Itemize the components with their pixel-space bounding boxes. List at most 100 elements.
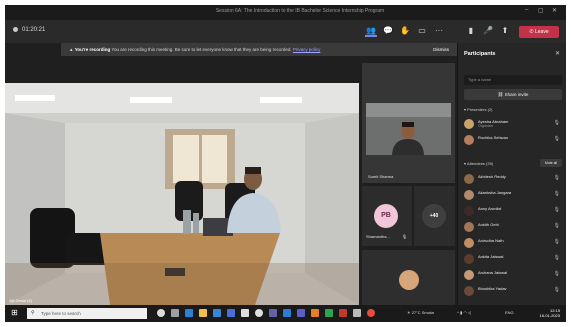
presenters-heading-label: Presenters (2) bbox=[467, 107, 493, 112]
presenter-video-tile[interactable]: Sumit Sharma bbox=[362, 63, 455, 183]
app-icon[interactable] bbox=[353, 309, 361, 317]
banner-message: You are recording this meeting. Be sure … bbox=[111, 47, 292, 52]
mail-icon[interactable] bbox=[227, 309, 235, 317]
app-icon[interactable] bbox=[325, 309, 333, 317]
avatar bbox=[464, 270, 474, 280]
list-item[interactable]: Ankita Jaiswal 🎙 bbox=[464, 252, 562, 266]
close-panel-icon[interactable]: ✕ bbox=[555, 50, 560, 57]
office-video-frame bbox=[5, 83, 359, 305]
taskbar-search-input[interactable]: ⚲ Type here to search bbox=[27, 308, 147, 319]
word-icon[interactable] bbox=[283, 309, 291, 317]
camera-icon[interactable]: ▮ bbox=[465, 25, 477, 37]
list-item[interactable]: Ayesha Abraham Organizer 🎙 bbox=[464, 117, 562, 131]
attendees-heading-label: Attendees (39) bbox=[466, 161, 494, 166]
avatar bbox=[464, 190, 474, 200]
share-screen-icon[interactable]: ⬆ bbox=[499, 25, 511, 37]
weather-text: 27°C Smoke bbox=[411, 310, 435, 315]
participant-name: Akhilesh Reddy bbox=[478, 174, 506, 179]
shield-icon bbox=[13, 27, 18, 32]
recording-banner: ▲ You're recording You are recording thi… bbox=[61, 43, 457, 56]
avatar bbox=[464, 238, 474, 248]
mic-icon: 🎙 bbox=[553, 287, 560, 293]
participant-name: Ankita Jaiswal bbox=[478, 254, 504, 259]
participant-search-input[interactable]: Type a name bbox=[464, 75, 562, 85]
meeting-timer: 01:20:21 bbox=[13, 27, 45, 33]
list-item[interactable]: Archana Jaiswal 🎙 bbox=[464, 268, 562, 282]
app-icon[interactable] bbox=[367, 309, 375, 317]
mute-all-button[interactable]: Mute all bbox=[540, 159, 562, 167]
dismiss-button[interactable]: Dismiss bbox=[433, 43, 449, 56]
list-item[interactable]: Anirudha Nath 🎙 bbox=[464, 236, 562, 250]
participant-tile-pb[interactable]: PB Shamantha... 🎙 bbox=[362, 186, 412, 246]
tray-icons[interactable]: ^ ▮ ◠ ◁ bbox=[457, 310, 471, 315]
participant-name: Akanksha Jangara bbox=[478, 190, 512, 195]
teams-icon[interactable] bbox=[269, 309, 277, 317]
list-item[interactable]: Ankith Gehl 🎙 bbox=[464, 220, 562, 234]
share-invite-button[interactable]: ⛓ Share invite bbox=[464, 89, 562, 100]
main-video[interactable]: Ajit Desai (4) bbox=[5, 83, 359, 305]
list-item[interactable]: Ruchika Sehwan 🎙 bbox=[464, 133, 562, 147]
volume-icon: ◁ bbox=[467, 310, 471, 315]
search-icon: ⚲ bbox=[31, 310, 35, 316]
mic-icon: 🎙 bbox=[553, 120, 560, 126]
list-item[interactable]: Anny Arunlist 🎙 bbox=[464, 204, 562, 218]
more-actions-icon[interactable]: ··· bbox=[433, 25, 445, 37]
mic-icon: 🎙 bbox=[553, 175, 560, 181]
windows-start-icon[interactable]: ⊞ bbox=[11, 308, 18, 317]
self-view-tile[interactable] bbox=[362, 250, 455, 305]
raise-hand-icon[interactable]: ✋ bbox=[399, 25, 411, 37]
presenters-heading[interactable]: ▾ Presenters (2) bbox=[464, 107, 492, 112]
taskbar: ⊞ ⚲ Type here to search ☀ 27°C Smoke ^ ▮… bbox=[5, 305, 566, 322]
weather-indicator[interactable]: ☀ 27°C Smoke bbox=[407, 310, 434, 315]
mic-icon[interactable]: 🎤 bbox=[482, 25, 494, 37]
more-participants-tile[interactable]: +40 bbox=[414, 186, 455, 246]
mic-off-icon: 🎙 bbox=[402, 234, 408, 239]
participant-name: Anny Arunlist bbox=[478, 206, 502, 211]
mic-icon: 🎙 bbox=[553, 223, 560, 229]
maximize-icon[interactable]: ▢ bbox=[538, 7, 544, 14]
window-title: Session 6A: The Introduction to the IB B… bbox=[215, 8, 385, 14]
app-icon[interactable] bbox=[311, 309, 319, 317]
attendees-heading[interactable]: ▾ Attendees (39) bbox=[464, 161, 493, 166]
list-item[interactable]: Akanksha Jangara 🎙 bbox=[464, 188, 562, 202]
app-icon[interactable] bbox=[241, 309, 249, 317]
teams-window: Session 6A: The Introduction to the IB B… bbox=[5, 5, 566, 322]
close-window-icon[interactable]: ✕ bbox=[552, 7, 557, 14]
app-icon[interactable] bbox=[339, 309, 347, 317]
mic-icon: 🎙 bbox=[553, 191, 560, 197]
participants-panel: Participants ✕ Type a name ⛓ Share invit… bbox=[457, 43, 566, 305]
app-icon[interactable] bbox=[297, 309, 305, 317]
self-avatar bbox=[399, 270, 419, 290]
rooms-icon[interactable]: ▭ bbox=[416, 25, 428, 37]
chrome-icon[interactable] bbox=[255, 309, 263, 317]
cortana-icon[interactable] bbox=[157, 309, 165, 317]
banner-headline: You're recording bbox=[74, 47, 111, 52]
participants-icon[interactable]: 👥 bbox=[365, 25, 377, 37]
avatar bbox=[464, 206, 474, 216]
more-count: +40 bbox=[422, 204, 446, 228]
leave-label: Leave bbox=[534, 29, 549, 35]
taskbar-search-placeholder: Type here to search bbox=[41, 311, 81, 316]
avatar bbox=[464, 222, 474, 232]
edge-icon[interactable] bbox=[185, 309, 193, 317]
language-indicator[interactable]: ENG bbox=[505, 310, 514, 315]
privacy-policy-link[interactable]: Privacy policy bbox=[293, 47, 321, 52]
list-item[interactable]: Bhoshika Yadav 🎙 bbox=[464, 284, 562, 298]
avatar bbox=[464, 135, 474, 145]
chat-icon[interactable]: 💬 bbox=[382, 25, 394, 37]
list-item[interactable]: Akhilesh Reddy 🎙 bbox=[464, 172, 562, 186]
mic-icon: 🎙 bbox=[553, 207, 560, 213]
video-caption: Ajit Desai (4) bbox=[9, 298, 32, 303]
participant-name: Ankith Gehl bbox=[478, 222, 499, 227]
leave-button[interactable]: ✆ Leave bbox=[519, 26, 559, 38]
participant-name: Archana Jaiswal bbox=[478, 270, 508, 275]
participant-name: Bhoshika Yadav bbox=[478, 286, 507, 291]
minimize-icon[interactable]: – bbox=[525, 7, 528, 13]
title-bar: Session 6A: The Introduction to the IB B… bbox=[5, 5, 566, 20]
file-explorer-icon[interactable] bbox=[199, 309, 207, 317]
taskbar-clock[interactable]: 12:15 16-01-2023 bbox=[540, 308, 560, 318]
avatar bbox=[464, 174, 474, 184]
task-view-icon[interactable] bbox=[171, 309, 179, 317]
store-icon[interactable] bbox=[213, 309, 221, 317]
avatar bbox=[464, 119, 474, 129]
